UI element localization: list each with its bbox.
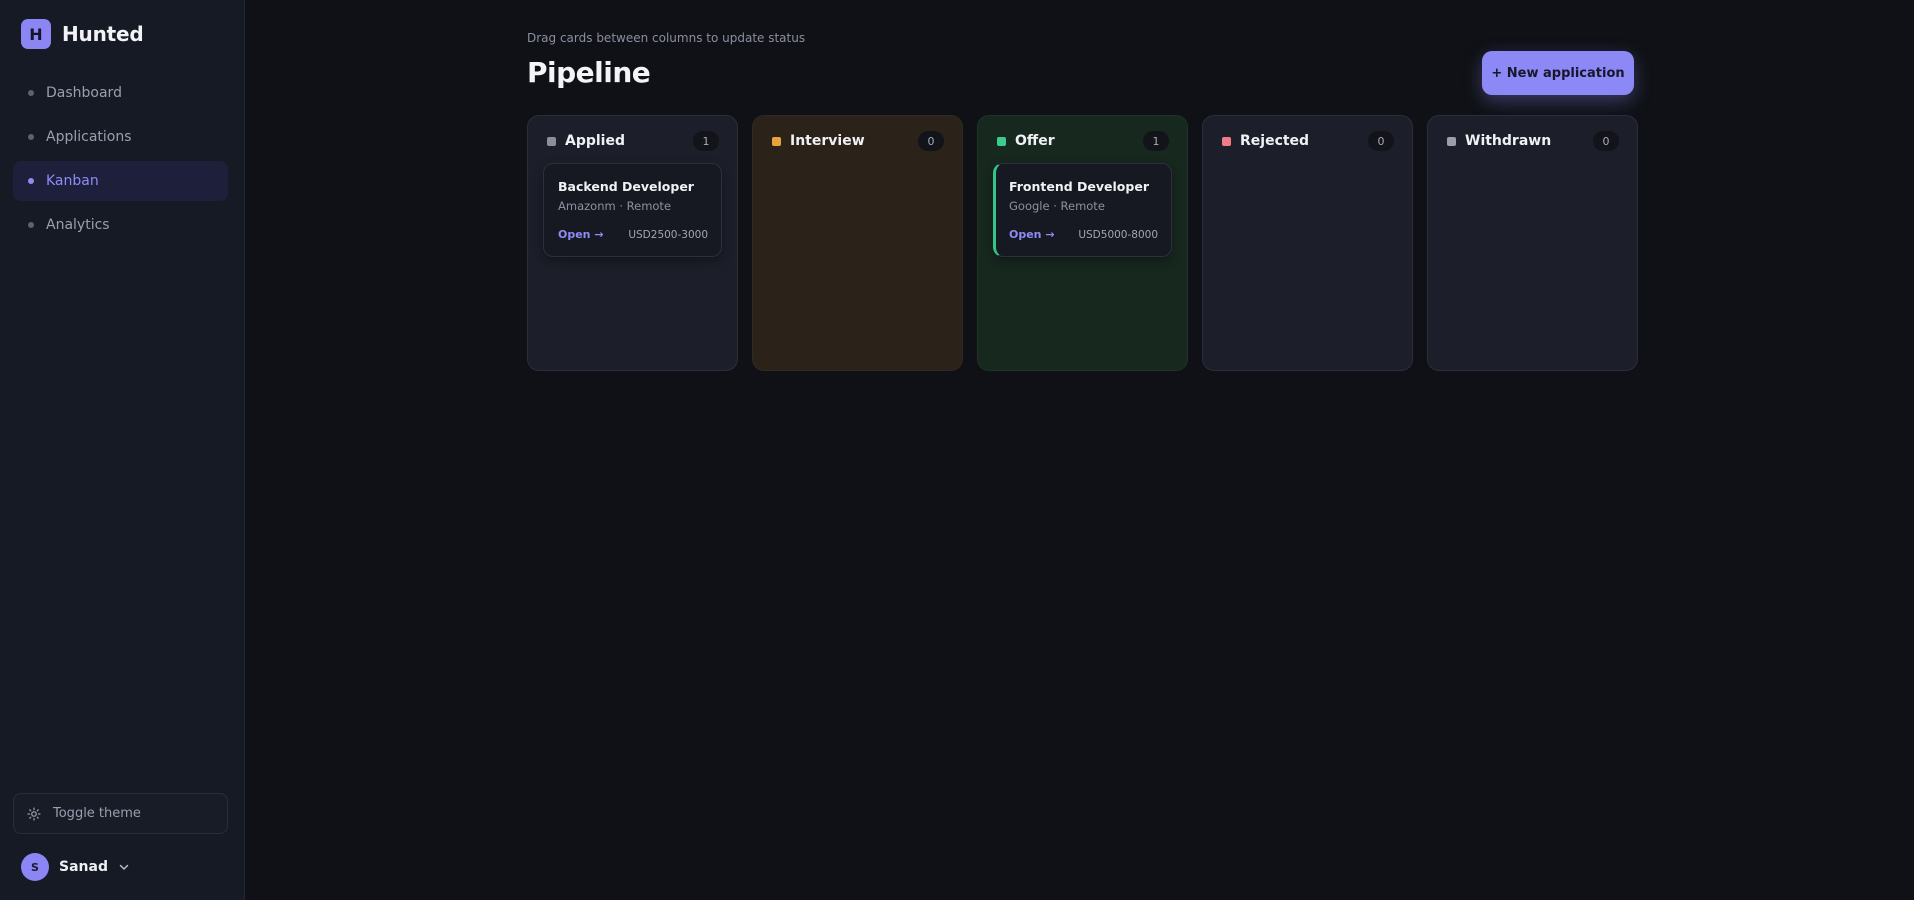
user-menu[interactable]: S Sanad xyxy=(21,853,130,881)
sidebar-item-label: Applications xyxy=(46,129,132,145)
brand-name: Hunted xyxy=(62,22,144,46)
status-dot-icon xyxy=(772,136,781,146)
toggle-theme-label: Toggle theme xyxy=(53,806,141,821)
column-count-badge: 0 xyxy=(1593,131,1619,151)
page-subtitle: Drag cards between columns to update sta… xyxy=(527,31,806,45)
avatar: S xyxy=(21,853,49,881)
column-title: Applied xyxy=(565,133,625,149)
brand[interactable]: H Hunted xyxy=(21,19,144,49)
column-count-badge: 1 xyxy=(1143,131,1169,151)
card-footer: Open → USD2500-3000 xyxy=(558,228,708,241)
column-header: Rejected 0 xyxy=(1222,131,1394,151)
column-header: Interview 0 xyxy=(772,131,944,151)
column-count-badge: 0 xyxy=(1368,131,1394,151)
bullet-icon xyxy=(28,90,34,96)
kanban-board: Applied 1 Backend Developer Amazonm · Re… xyxy=(527,115,1638,371)
column-count-badge: 0 xyxy=(918,131,944,151)
column-withdrawn[interactable]: Withdrawn 0 xyxy=(1427,115,1638,371)
user-name: Sanad xyxy=(59,859,108,875)
application-card[interactable]: Frontend Developer Google · Remote Open … xyxy=(993,163,1172,257)
card-salary: USD2500-3000 xyxy=(628,228,708,241)
column-count-badge: 1 xyxy=(693,131,719,151)
bullet-icon xyxy=(28,134,34,140)
card-salary: USD5000-8000 xyxy=(1078,228,1158,241)
chevron-down-icon xyxy=(119,864,129,870)
sidebar-item-label: Analytics xyxy=(46,217,110,233)
card-title: Backend Developer xyxy=(558,179,694,194)
status-dot-icon xyxy=(997,136,1006,146)
card-meta: Amazonm · Remote xyxy=(558,199,672,213)
sidebar-item-label: Kanban xyxy=(46,173,99,189)
sidebar-nav: Dashboard Applications Kanban Analytics xyxy=(13,73,228,249)
new-application-button[interactable]: + New application xyxy=(1482,51,1634,95)
column-rejected[interactable]: Rejected 0 xyxy=(1202,115,1413,371)
column-title: Withdrawn xyxy=(1465,133,1552,149)
card-title: Frontend Developer xyxy=(1009,179,1149,194)
sidebar-item-applications[interactable]: Applications xyxy=(13,117,228,157)
column-title: Interview xyxy=(790,133,865,149)
column-header: Applied 1 xyxy=(547,131,719,151)
page-title: Pipeline xyxy=(527,56,651,89)
application-card[interactable]: Backend Developer Amazonm · Remote Open … xyxy=(543,163,722,257)
column-header: Offer 1 xyxy=(997,131,1169,151)
bullet-icon xyxy=(28,222,34,228)
sidebar-item-analytics[interactable]: Analytics xyxy=(13,205,228,245)
open-card-link[interactable]: Open → xyxy=(558,228,604,241)
card-meta: Google · Remote xyxy=(1009,199,1105,213)
brand-logo: H xyxy=(21,19,51,49)
status-dot-icon xyxy=(547,136,556,146)
column-title: Rejected xyxy=(1240,133,1310,149)
status-dot-icon xyxy=(1447,136,1456,146)
sidebar-item-kanban[interactable]: Kanban xyxy=(13,161,228,201)
column-applied[interactable]: Applied 1 Backend Developer Amazonm · Re… xyxy=(527,115,738,371)
status-dot-icon xyxy=(1222,136,1231,146)
column-header: Withdrawn 0 xyxy=(1447,131,1619,151)
sidebar: H Hunted Dashboard Applications Kanban A… xyxy=(0,0,245,900)
column-title: Offer xyxy=(1015,133,1055,149)
toggle-theme-button[interactable]: Toggle theme xyxy=(13,793,228,834)
card-footer: Open → USD5000-8000 xyxy=(1009,228,1158,241)
open-card-link[interactable]: Open → xyxy=(1009,228,1055,241)
sidebar-item-dashboard[interactable]: Dashboard xyxy=(13,73,228,113)
bullet-icon xyxy=(28,178,34,184)
sun-icon xyxy=(27,806,41,821)
column-offer[interactable]: Offer 1 Frontend Developer Google · Remo… xyxy=(977,115,1188,371)
sidebar-item-label: Dashboard xyxy=(46,85,122,101)
column-interview[interactable]: Interview 0 xyxy=(752,115,963,371)
